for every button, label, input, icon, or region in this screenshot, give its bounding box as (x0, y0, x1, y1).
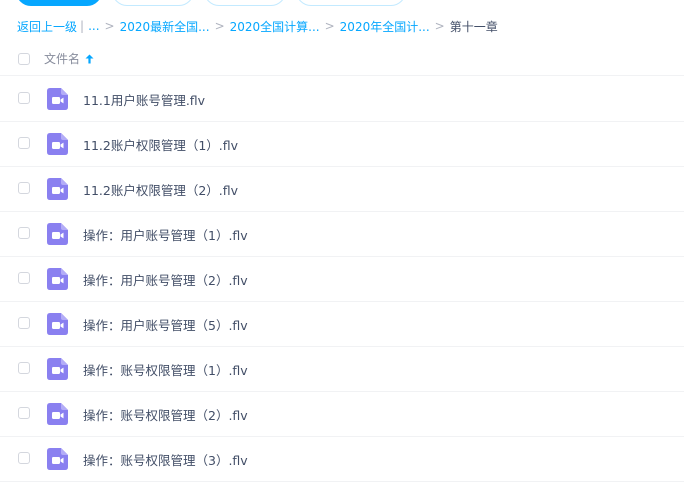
file-name[interactable]: 操作：用户账号管理（1）.flv (83, 225, 248, 244)
file-name[interactable]: 11.1用户账号管理.flv (83, 90, 205, 109)
file-checkbox[interactable] (18, 317, 30, 329)
file-checkbox[interactable] (18, 362, 30, 374)
file-checkbox[interactable] (18, 272, 30, 284)
file-checkbox[interactable] (18, 92, 30, 104)
video-file-icon (47, 88, 68, 110)
breadcrumb-item-1[interactable]: 2020最新全国... (120, 18, 210, 35)
sort-ascending-icon[interactable] (85, 54, 94, 64)
breadcrumb-separator: > (104, 19, 115, 33)
file-name[interactable]: 11.2账户权限管理（2）.flv (83, 180, 238, 199)
list-header: 文件名 (0, 44, 684, 76)
breadcrumb-ellipsis[interactable]: ... (88, 19, 99, 33)
file-row[interactable]: 操作：用户账号管理（2）.flv (0, 257, 684, 302)
file-checkbox[interactable] (18, 137, 30, 149)
file-checkbox[interactable] (18, 182, 30, 194)
breadcrumb-separator: > (214, 19, 225, 33)
breadcrumb: 返回上一级 | ... > 2020最新全国... > 2020全国计算... … (17, 18, 498, 34)
file-name[interactable]: 操作：用户账号管理（5）.flv (83, 315, 248, 334)
select-all-checkbox[interactable] (18, 53, 30, 65)
video-file-icon (47, 313, 68, 335)
file-row[interactable]: 11.2账户权限管理（2）.flv (0, 167, 684, 212)
toolbar (16, 0, 406, 6)
breadcrumb-item-3[interactable]: 2020年全国计... (340, 18, 430, 35)
file-row[interactable]: 操作：账号权限管理（2）.flv (0, 392, 684, 437)
toolbar-button-4[interactable] (296, 0, 406, 6)
breadcrumb-current: 第十一章 (449, 19, 498, 34)
video-file-icon (47, 133, 68, 155)
breadcrumb-item-2[interactable]: 2020全国计算... (230, 18, 320, 35)
file-row[interactable]: 操作：账号权限管理（3）.flv (0, 437, 684, 482)
video-file-icon (47, 223, 68, 245)
upload-button[interactable] (16, 0, 102, 6)
file-checkbox[interactable] (18, 452, 30, 464)
file-row[interactable]: 操作：用户账号管理（5）.flv (0, 302, 684, 347)
file-name[interactable]: 操作：账号权限管理（3）.flv (83, 450, 248, 469)
column-header-filename[interactable]: 文件名 (44, 50, 94, 67)
video-file-icon (47, 268, 68, 290)
video-file-icon (47, 178, 68, 200)
video-file-icon (47, 448, 68, 470)
toolbar-button-3[interactable] (204, 0, 286, 6)
video-file-icon (47, 403, 68, 425)
file-name[interactable]: 11.2账户权限管理（1）.flv (83, 135, 238, 154)
file-name[interactable]: 操作：账号权限管理（1）.flv (83, 360, 248, 379)
breadcrumb-separator: > (434, 19, 445, 33)
breadcrumb-divider: | (80, 19, 85, 33)
toolbar-button-2[interactable] (112, 0, 194, 6)
file-name[interactable]: 操作：用户账号管理（2）.flv (83, 270, 248, 289)
file-row[interactable]: 11.2账户权限管理（1）.flv (0, 122, 684, 167)
breadcrumb-separator: > (324, 19, 335, 33)
file-row[interactable]: 操作：用户账号管理（1）.flv (0, 212, 684, 257)
file-row[interactable]: 操作：账号权限管理（1）.flv (0, 347, 684, 392)
file-checkbox[interactable] (18, 227, 30, 239)
file-row[interactable]: 11.1用户账号管理.flv (0, 77, 684, 122)
file-name[interactable]: 操作：账号权限管理（2）.flv (83, 405, 248, 424)
file-checkbox[interactable] (18, 407, 30, 419)
video-file-icon (47, 358, 68, 380)
breadcrumb-back-link[interactable]: 返回上一级 (17, 18, 77, 35)
file-browser: 返回上一级 | ... > 2020最新全国... > 2020全国计算... … (0, 0, 684, 487)
column-header-label: 文件名 (44, 52, 81, 66)
file-list: 11.1用户账号管理.flv 11.2账户权限管理（1）.flv 11.2账户权… (0, 77, 684, 482)
